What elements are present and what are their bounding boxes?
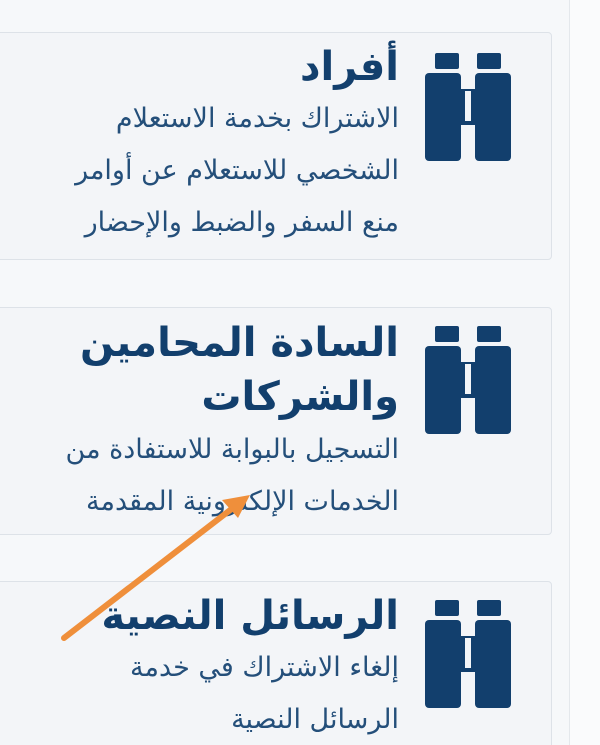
binoculars-icon	[425, 326, 511, 434]
card-desc-line: الشخصي للاستعلام عن أوامر	[75, 155, 399, 186]
service-card-lawyers-companies[interactable]: السادة المحامين والشركات التسجيل بالبواب…	[0, 307, 552, 535]
scroll-edge	[569, 0, 600, 745]
card-title: الرسائل النصية	[101, 593, 399, 639]
card-desc-line: إلغاء الاشتراك في خدمة	[130, 652, 399, 683]
card-desc-line: الخدمات الإلكترونية المقدمة	[86, 486, 399, 517]
card-desc-line: منع السفر والضبط والإحضار	[84, 207, 399, 238]
binoculars-icon	[425, 53, 511, 161]
card-desc-line: الرسائل النصية	[231, 704, 399, 735]
card-title-line: والشركات	[201, 374, 399, 420]
card-desc-line: التسجيل بالبوابة للاستفادة من	[65, 434, 399, 465]
card-desc-line: الاشتراك بخدمة الاستعلام	[115, 103, 399, 134]
service-card-sms[interactable]: الرسائل النصية إلغاء الاشتراك في خدمة ال…	[0, 581, 552, 745]
card-title: أفراد	[299, 44, 399, 90]
card-title-line: السادة المحامين	[79, 320, 399, 366]
binoculars-icon	[425, 600, 511, 708]
page: أفراد الاشتراك بخدمة الاستعلام الشخصي لل…	[0, 0, 600, 745]
service-card-individuals[interactable]: أفراد الاشتراك بخدمة الاستعلام الشخصي لل…	[0, 32, 552, 260]
